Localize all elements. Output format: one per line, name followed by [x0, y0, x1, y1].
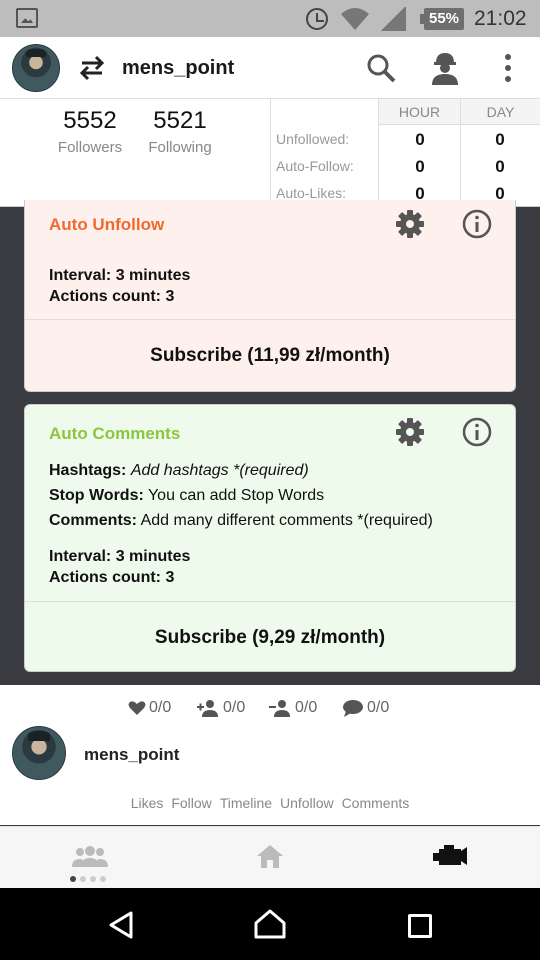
subscribe-button[interactable]: Subscribe (11,99 zł/month) [25, 345, 515, 367]
interval-text: Interval: 3 minutes [49, 267, 191, 284]
info-icon[interactable] [462, 209, 492, 239]
remove-person-icon [269, 700, 290, 717]
worker-icon[interactable] [430, 51, 460, 85]
page-dot [90, 876, 96, 882]
people-icon[interactable] [72, 845, 108, 869]
divider [378, 125, 379, 207]
stats-panel: 5552 Followers 5521 Following HOUR DAY U… [0, 99, 540, 207]
interval-text: Interval: 3 minutes [49, 548, 191, 565]
system-navigation-bar [0, 888, 540, 960]
avatar[interactable] [12, 726, 66, 780]
home-icon[interactable] [256, 843, 284, 869]
comments-counter: 0/0 [342, 699, 389, 717]
follows-counter: 0/0 [196, 699, 245, 717]
column-header-hour: HOUR [378, 99, 460, 125]
subscribe-button[interactable]: Subscribe (9,29 zł/month) [25, 627, 515, 649]
comment-bubble-icon [343, 700, 363, 717]
settings-gear-icon[interactable] [395, 209, 425, 239]
post-user-name[interactable]: mens_point [84, 745, 179, 765]
add-person-icon [197, 700, 218, 717]
followers-count: 5552 [63, 107, 117, 134]
app-header: mens_point [0, 37, 540, 99]
following-stat[interactable]: 5521 Following [140, 107, 220, 156]
home-button-icon[interactable] [254, 909, 286, 939]
link-likes[interactable]: Likes [131, 795, 164, 811]
followers-stat[interactable]: 5552 Followers [52, 107, 128, 156]
settings-gear-icon[interactable] [395, 417, 425, 447]
page-indicator [70, 876, 106, 882]
link-comments[interactable]: Comments [342, 795, 410, 811]
divider [25, 601, 515, 602]
comments-label: Comments: [49, 512, 138, 529]
auto-follow-hour-value: 0 [415, 157, 425, 176]
comments-count: 0/0 [367, 699, 390, 716]
auto-unfollow-title: Auto Unfollow [49, 215, 165, 234]
swap-account-icon[interactable] [78, 55, 106, 81]
likes-count: 0/0 [149, 699, 172, 716]
hashtags-value: Add hashtags *(required) [130, 462, 309, 479]
hashtags-label: Hashtags: [49, 462, 127, 479]
avatar[interactable] [12, 44, 60, 92]
auto-follow-day-value: 0 [495, 157, 505, 176]
auto-comments-title: Auto Comments [49, 424, 181, 443]
stop-words-row[interactable]: Stop Words: You can add Stop Words [49, 487, 324, 505]
signal-icon [380, 7, 406, 31]
more-options-icon[interactable] [500, 53, 516, 83]
follows-count: 0/0 [223, 699, 246, 716]
stop-words-label: Stop Words: [49, 487, 144, 504]
engine-icon[interactable] [432, 843, 468, 869]
alarm-icon [306, 8, 328, 30]
recent-apps-icon[interactable] [408, 914, 432, 938]
unfollowed-day-value: 0 [495, 130, 505, 149]
search-icon[interactable] [366, 53, 396, 83]
bottom-navigation [0, 826, 540, 888]
hashtags-row[interactable]: Hashtags: Add hashtags *(required) [49, 462, 309, 480]
auto-unfollow-card: Auto Unfollow Interval: 3 minutes Action… [24, 200, 516, 392]
activity-links: Likes Follow Timeline Unfollow Comments [0, 795, 540, 811]
battery-indicator: 55% [420, 8, 464, 30]
info-icon[interactable] [462, 417, 492, 447]
clock: 21:02 [474, 7, 527, 30]
account-name[interactable]: mens_point [122, 57, 234, 80]
actions-count-text: Actions count: 3 [49, 288, 175, 305]
auto-comments-card: Auto Comments Hashtags: Add hashtags *(r… [24, 404, 516, 672]
comments-value: Add many different comments *(required) [140, 512, 433, 529]
gallery-icon [16, 8, 38, 28]
row-label-unfollowed: Unfollowed: [276, 131, 350, 147]
actions-count-text: Actions count: 3 [49, 569, 175, 586]
divider [25, 319, 515, 320]
followers-label: Followers [57, 139, 123, 156]
wifi-icon [341, 8, 369, 30]
following-count: 5521 [153, 107, 207, 134]
link-unfollow[interactable]: Unfollow [280, 795, 334, 811]
comments-row[interactable]: Comments: Add many different comments *(… [49, 512, 433, 530]
status-bar: 55% 21:02 [0, 0, 540, 37]
heart-icon [128, 701, 146, 715]
row-label-auto-likes: Auto-Likes: [276, 185, 347, 201]
following-label: Following [148, 139, 212, 156]
row-label-auto-follow: Auto-Follow: [276, 158, 354, 174]
back-icon[interactable] [108, 911, 134, 939]
stop-words-value: You can add Stop Words [147, 487, 325, 504]
likes-counter: 0/0 [128, 699, 171, 717]
column-header-day: DAY [460, 99, 540, 125]
page-dot [70, 876, 76, 882]
page-dot [100, 876, 106, 882]
activity-section: 0/0 0/0 0/0 0/0 mens_point Likes Follow … [0, 685, 540, 825]
divider [270, 99, 271, 207]
link-timeline[interactable]: Timeline [220, 795, 272, 811]
unfollowed-hour-value: 0 [415, 130, 425, 149]
unfollows-count: 0/0 [295, 699, 318, 716]
unfollows-counter: 0/0 [268, 699, 317, 717]
page-dot [80, 876, 86, 882]
link-follow[interactable]: Follow [171, 795, 211, 811]
